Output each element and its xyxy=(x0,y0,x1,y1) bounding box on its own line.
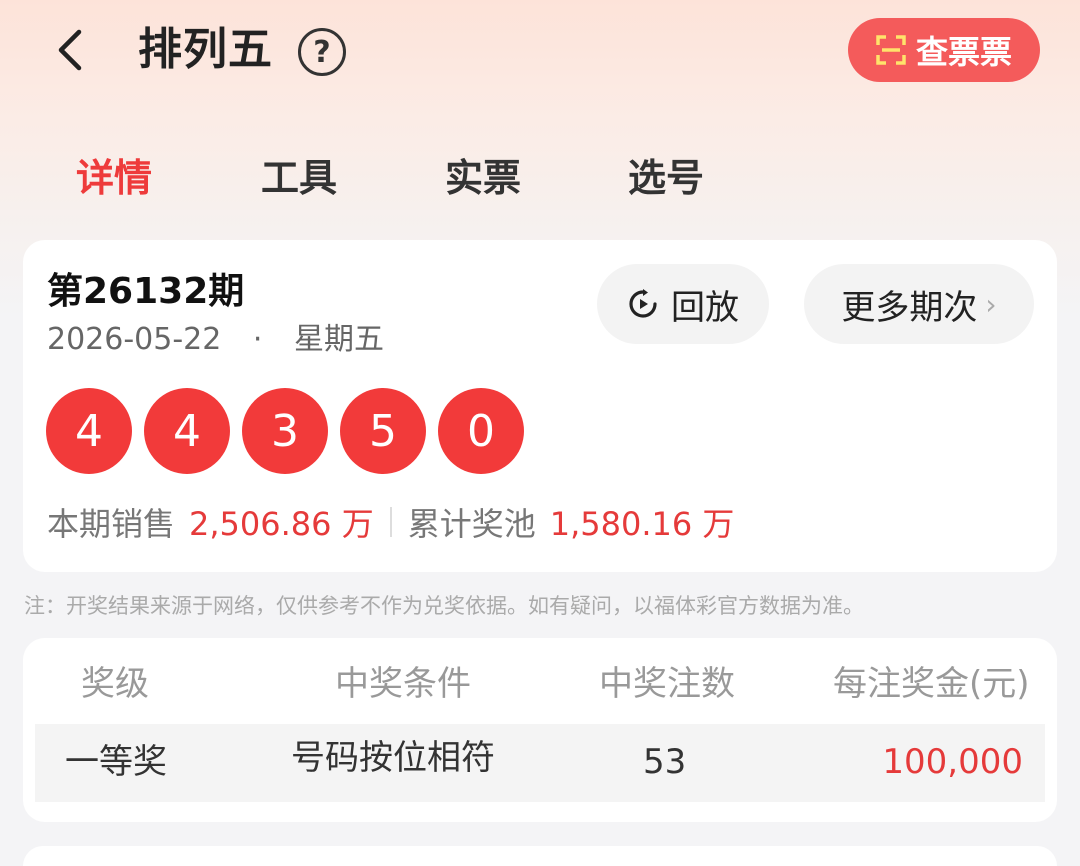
check-ticket-button[interactable]: 查票票 xyxy=(848,18,1040,82)
more-issues-button[interactable]: 更多期次 › xyxy=(804,264,1034,344)
pool-label: 累计奖池 xyxy=(407,505,536,543)
back-button[interactable] xyxy=(48,28,92,72)
draw-date: 2026-05-22 xyxy=(47,322,222,357)
tab-details[interactable]: 详情 xyxy=(76,150,152,206)
chevron-right-icon: › xyxy=(985,287,997,321)
winning-numbers: 4 4 3 5 0 xyxy=(46,388,524,474)
help-button[interactable]: ? xyxy=(298,28,346,76)
top-bar: 排列五 ? 查票票 xyxy=(0,0,1080,110)
replay-label: 回放 xyxy=(671,287,739,328)
draw-weekday: 星期五 xyxy=(294,322,384,357)
tab-bar: 详情 工具 实票 选号 xyxy=(0,150,1080,210)
sales-label: 本期销售 xyxy=(47,505,176,543)
prize-level: 一等奖 xyxy=(65,742,167,782)
table-header: 奖级 中奖条件 中奖注数 每注奖金(元) xyxy=(23,656,1057,712)
tab-tools[interactable]: 工具 xyxy=(261,150,337,206)
number-ball: 5 xyxy=(340,388,426,474)
draw-result-card: 第26132期 2026-05-22 · 星期五 回放 更多期次 › 4 4 3… xyxy=(23,240,1057,572)
number-ball: 0 xyxy=(438,388,524,474)
sales-value: 2,506.86 万 xyxy=(189,505,374,543)
prize-amount: 100,000 xyxy=(882,742,1023,782)
scan-icon xyxy=(876,35,906,65)
number-ball: 4 xyxy=(46,388,132,474)
issue-number: 第26132期 xyxy=(47,271,245,312)
tab-real-tickets[interactable]: 实票 xyxy=(445,150,521,206)
replay-button[interactable]: 回放 xyxy=(597,264,769,344)
draw-date-line: 2026-05-22 · 星期五 xyxy=(47,320,384,360)
more-issues-label: 更多期次 xyxy=(841,287,978,328)
pool-value: 1,580.16 万 xyxy=(549,505,735,543)
number-ball: 3 xyxy=(242,388,328,474)
check-ticket-label: 查票票 xyxy=(915,33,1012,71)
tab-pick-numbers[interactable]: 选号 xyxy=(628,150,704,206)
date-separator: · xyxy=(252,322,263,357)
prize-condition: 号码按位相符 xyxy=(291,738,495,778)
header-level: 奖级 xyxy=(81,664,149,704)
page-title: 排列五 xyxy=(138,24,273,75)
prize-table: 奖级 中奖条件 中奖注数 每注奖金(元) 一等奖 号码按位相符 53 100,0… xyxy=(23,638,1057,822)
header-amount: 每注奖金(元) xyxy=(833,664,1030,704)
page: 排列五 ? 查票票 详情 工具 实票 选号 第26132期 2026-05-22… xyxy=(0,0,1080,866)
number-ball: 4 xyxy=(144,388,230,474)
chevron-left-icon xyxy=(58,29,82,71)
table-row: 一等奖 号码按位相符 53 100,000 xyxy=(35,724,1045,802)
disclaimer-note: 注：开奖结果来源于网络，仅供参考不作为兑奖依据。如有疑问，以福体彩官方数据为准。 xyxy=(24,594,864,618)
header-count: 中奖注数 xyxy=(599,664,735,704)
replay-icon xyxy=(629,289,657,318)
sales-info: 本期销售 2,506.86 万 累计奖池 1,580.16 万 xyxy=(47,498,734,546)
header-condition: 中奖条件 xyxy=(335,664,471,704)
next-card xyxy=(23,846,1057,866)
divider xyxy=(389,507,392,537)
prize-count: 53 xyxy=(643,742,687,782)
question-mark-icon: ? xyxy=(313,34,331,70)
